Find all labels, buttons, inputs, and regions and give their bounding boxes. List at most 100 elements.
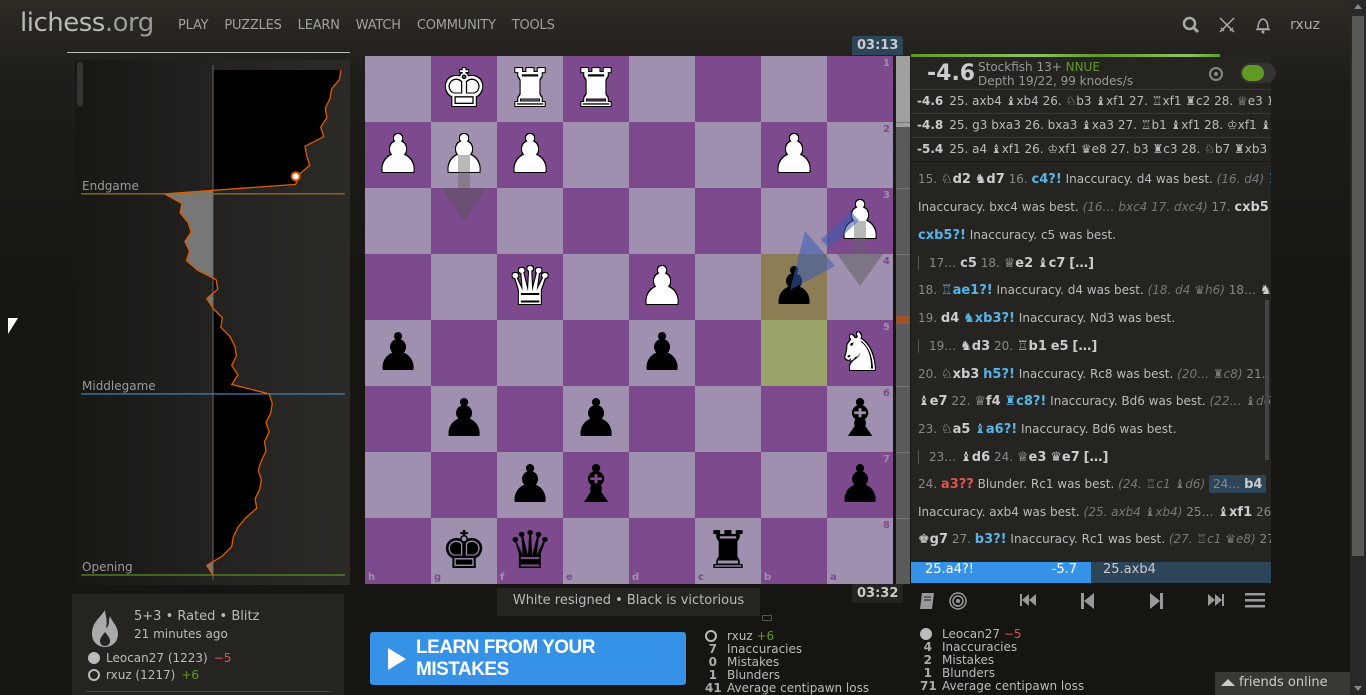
move[interactable]: ♝xf1 xyxy=(1217,505,1252,520)
black-queen[interactable]: ♛ xyxy=(507,525,554,577)
move-row[interactable]: 18. ♖ae1?! Inaccuracy. d4 was best. (18.… xyxy=(918,283,1271,298)
move-row[interactable]: 15. ♘d2 ♞d7 16. c4?! Inaccuracy. d4 was … xyxy=(918,172,1271,187)
move-number[interactable]: 15. xyxy=(918,172,937,186)
black-pawn[interactable]: ♟ xyxy=(837,459,884,511)
square-g1[interactable]: ♚ xyxy=(431,56,497,122)
square-e3[interactable] xyxy=(563,188,629,254)
move[interactable]: […] xyxy=(1072,339,1097,354)
inaccuracy-move[interactable]: ♖ae1?! xyxy=(941,283,993,298)
square-g5[interactable] xyxy=(431,320,497,386)
black-bishop[interactable]: ♝ xyxy=(573,459,620,511)
first-move-icon[interactable] xyxy=(1019,592,1037,613)
square-g8[interactable]: g ♚ xyxy=(431,518,497,584)
black-pawn[interactable]: ♟ xyxy=(639,327,686,379)
square-a7[interactable]: 7 ♟ xyxy=(827,452,893,518)
bell-icon[interactable] xyxy=(1254,16,1272,34)
square-c3[interactable] xyxy=(695,188,761,254)
move-number[interactable]: 25… xyxy=(1186,505,1213,519)
prev-move-icon[interactable] xyxy=(1079,592,1095,615)
move-number[interactable]: 16. xyxy=(1009,172,1028,186)
white-pawn[interactable]: ♟ xyxy=(441,129,488,181)
move[interactable]: ♝c7 xyxy=(1037,256,1065,271)
square-e7[interactable]: ♝ xyxy=(563,452,629,518)
square-a1[interactable]: 1 xyxy=(827,56,893,122)
threat-target-icon[interactable] xyxy=(1209,67,1223,81)
move-number[interactable]: 18. xyxy=(918,283,937,297)
next-move-icon[interactable] xyxy=(1149,592,1165,615)
square-f4[interactable]: ♛ xyxy=(497,254,563,320)
move-number[interactable]: 23… xyxy=(929,450,956,464)
move[interactable]: ♞d3 xyxy=(960,339,990,354)
square-a6[interactable]: 6 ♝ xyxy=(827,386,893,452)
menu-icon[interactable] xyxy=(1245,592,1265,613)
engine-toggle[interactable] xyxy=(1240,63,1276,83)
nav-learn[interactable]: LEARN xyxy=(290,18,348,33)
black-pawn[interactable]: ♟ xyxy=(507,459,554,511)
square-h8[interactable]: h xyxy=(365,518,431,584)
blunder-move[interactable]: a3?? xyxy=(941,477,974,492)
square-b6[interactable] xyxy=(761,386,827,452)
crossed-swords-icon[interactable] xyxy=(1218,16,1236,34)
square-d7[interactable] xyxy=(629,452,695,518)
inaccuracy-move[interactable]: c4?! xyxy=(1032,172,1062,187)
move[interactable]: […] xyxy=(1084,450,1109,465)
pv-line[interactable]: -5.4 25. a4 ♝xf1 26. ♔xf1 ♛e8 27. b3 ♜c3 … xyxy=(911,137,1271,161)
move[interactable]: […] xyxy=(1069,256,1094,271)
square-b8[interactable]: b xyxy=(761,518,827,584)
square-f3[interactable] xyxy=(497,188,563,254)
best-move[interactable]: 25.axb4 xyxy=(1091,562,1271,583)
white-pawn[interactable]: ♟ xyxy=(507,129,554,181)
move[interactable]: ♝e7 xyxy=(918,394,948,409)
square-h4[interactable] xyxy=(365,254,431,320)
nav-watch[interactable]: WATCH xyxy=(348,18,409,33)
square-e4[interactable] xyxy=(563,254,629,320)
move-row[interactable]: 23… ♝d6 24. ♕e3 ♛e7 […] xyxy=(918,450,1109,465)
move[interactable]: b4 xyxy=(1244,477,1262,492)
pv-line[interactable]: -4.6 25. axb4 ♝xb4 26. ♘b3 ♝xf1 27. ♖xf1 … xyxy=(911,89,1271,113)
square-f1[interactable]: ♜ xyxy=(497,56,563,122)
move-number[interactable]: 24… xyxy=(1213,477,1240,491)
square-b2[interactable]: ♟ xyxy=(761,122,827,188)
move-number[interactable]: 25. xyxy=(1270,477,1271,491)
black-pawn[interactable]: ♟ xyxy=(573,393,620,445)
black-pawn[interactable]: ♟ xyxy=(771,261,818,313)
move[interactable]: e5 xyxy=(1051,339,1069,354)
move-number[interactable]: 22. xyxy=(951,394,970,408)
move[interactable]: d4 xyxy=(941,311,959,326)
square-g6[interactable]: ♟ xyxy=(431,386,497,452)
opening-book-icon[interactable] xyxy=(919,592,935,615)
selected-move[interactable]: 25.a4?! -5.7 xyxy=(911,562,1091,583)
white-pawn[interactable]: ♟ xyxy=(639,261,686,313)
user-menu[interactable]: rxuz xyxy=(1290,17,1320,33)
move[interactable]: ♝d6 xyxy=(960,450,990,465)
square-f7[interactable]: ♟ xyxy=(497,452,563,518)
move-number[interactable]: 19… xyxy=(929,339,956,353)
square-b5[interactable] xyxy=(761,320,827,386)
square-g2[interactable]: ♟ xyxy=(431,122,497,188)
square-h1[interactable] xyxy=(365,56,431,122)
site-logo[interactable]: lichess.org xyxy=(20,8,154,38)
square-b7[interactable] xyxy=(761,452,827,518)
black-pawn[interactable]: ♟ xyxy=(375,327,422,379)
square-g3[interactable] xyxy=(431,188,497,254)
square-h5[interactable]: ♟ xyxy=(365,320,431,386)
square-e1[interactable]: ♜ xyxy=(563,56,629,122)
friends-online-button[interactable]: friends online xyxy=(1215,672,1350,695)
move-row[interactable]: ♚g7 27. b3?! Inaccuracy. Rc1 was best. (… xyxy=(918,532,1271,547)
move[interactable]: ♛e7 xyxy=(1050,450,1080,465)
player-black[interactable]: rxuz (1217) +6 xyxy=(88,668,199,682)
square-f2[interactable]: ♟ xyxy=(497,122,563,188)
move-row[interactable]: ♝e7 22. ♕f4 ♜c8?! Inaccuracy. Bd6 was be… xyxy=(918,394,1271,409)
move-row[interactable]: 19. d4 ♞xb3?! Inaccuracy. Nd3 was best. xyxy=(918,311,1175,326)
square-d6[interactable] xyxy=(629,386,695,452)
variation[interactable]: 23… ♝d6 24. ♕e3 ♛e7 […] xyxy=(918,450,1109,465)
square-h2[interactable]: ♟ xyxy=(365,122,431,188)
square-a3[interactable]: 3 ♟ xyxy=(827,188,893,254)
inaccuracy-move[interactable]: b3?! xyxy=(975,532,1007,547)
inaccuracy-move[interactable]: h5?! xyxy=(983,367,1015,382)
white-pawn[interactable]: ♟ xyxy=(837,195,884,247)
practice-target-icon[interactable] xyxy=(949,592,967,615)
move[interactable]: ♕e3 xyxy=(1017,450,1047,465)
move-list-scrollbar[interactable] xyxy=(1265,300,1269,460)
move-number[interactable]: 20. xyxy=(918,367,937,381)
